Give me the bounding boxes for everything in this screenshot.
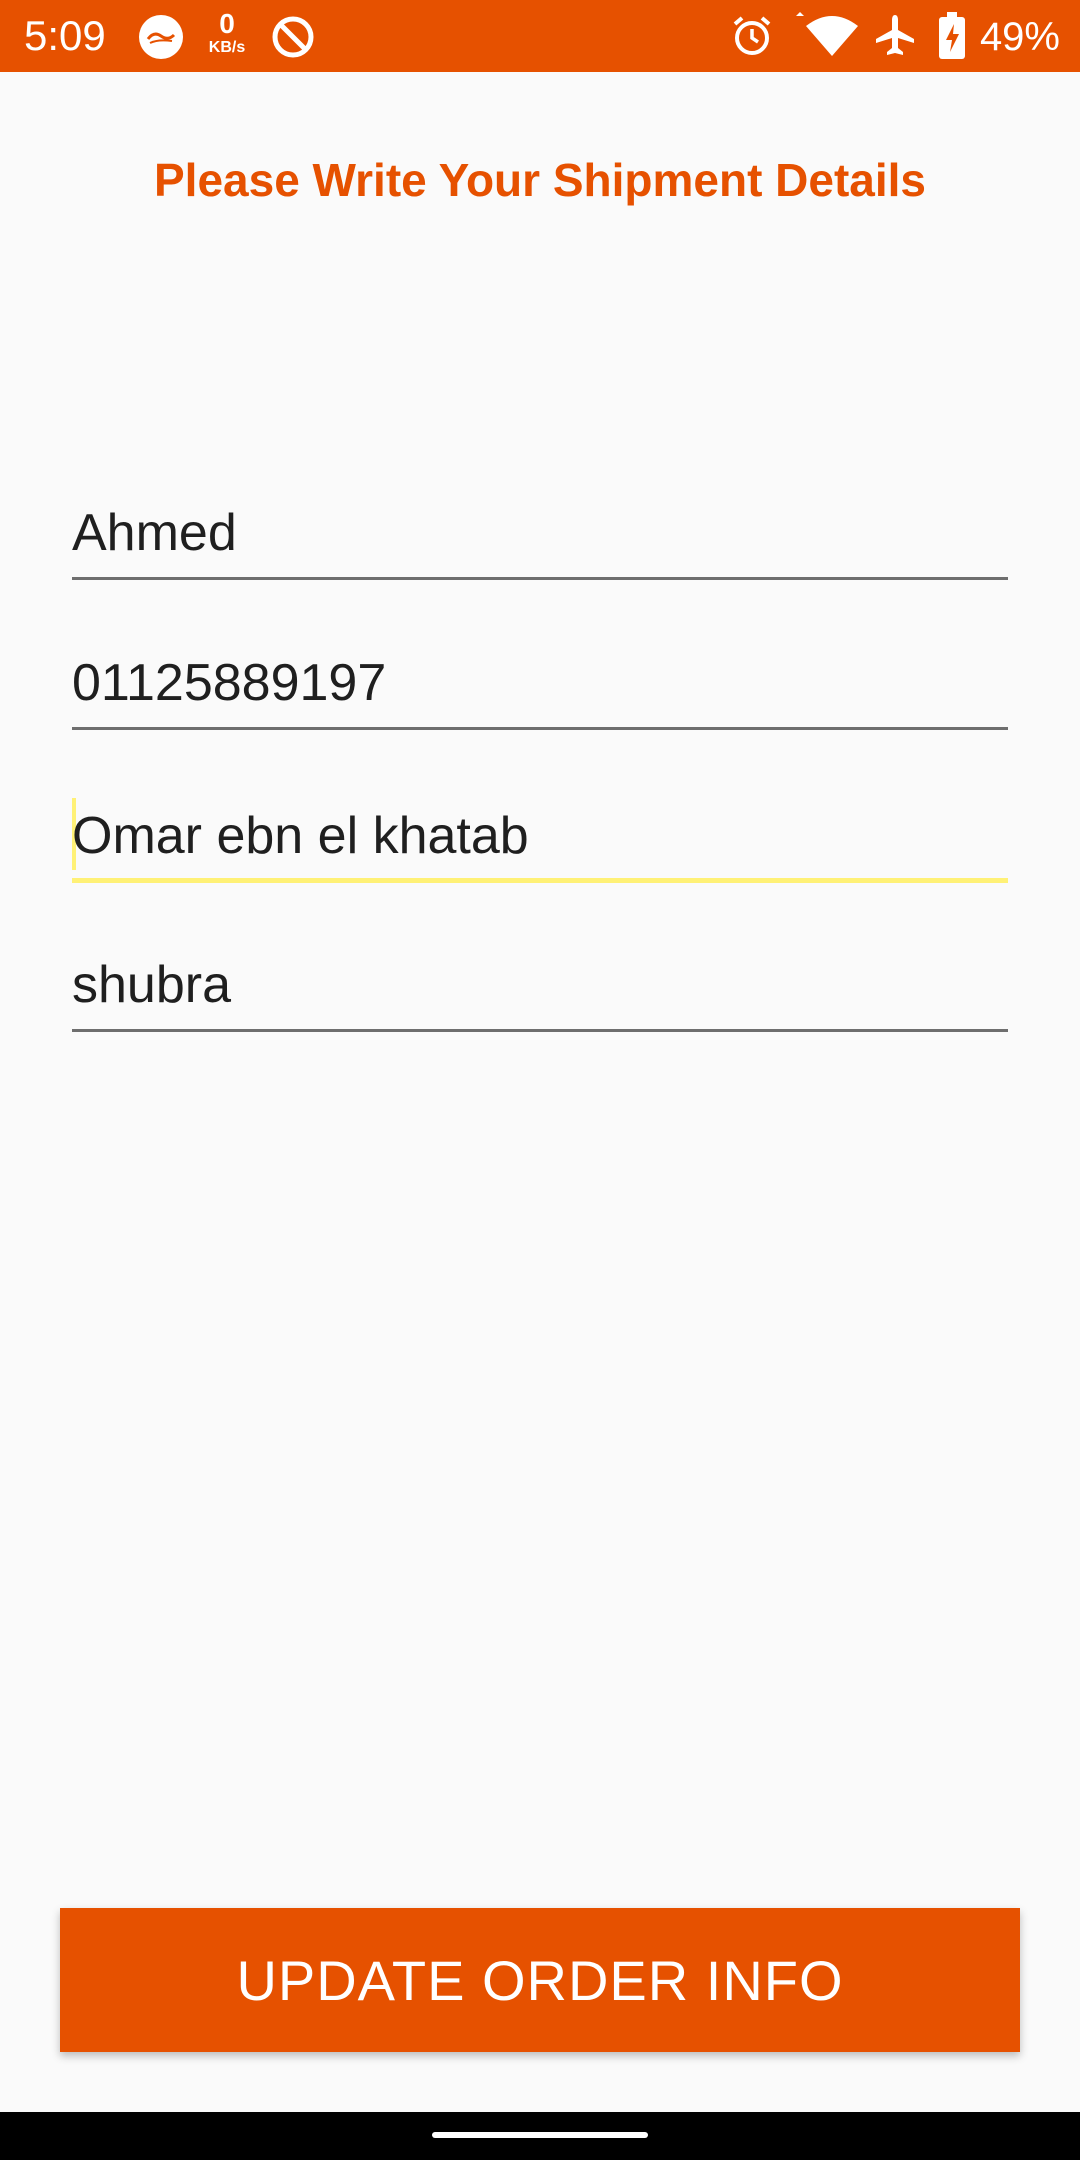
alarm-icon xyxy=(730,14,774,58)
airplane-icon xyxy=(872,12,918,58)
battery-charging-icon xyxy=(938,12,966,60)
street-field[interactable]: Omar ebn el khatab xyxy=(72,792,1008,883)
status-bar: 5:09 0 KB/s 49% xyxy=(0,0,1080,72)
wifi-icon xyxy=(790,12,860,58)
phone-field[interactable]: 01125889197 xyxy=(72,640,1008,730)
area-field-value: shubra xyxy=(72,956,231,1014)
street-field-value: Omar ebn el khatab xyxy=(72,807,529,865)
page-title: Please Write Your Shipment Details xyxy=(153,154,927,206)
phone-field-value: 01125889197 xyxy=(72,654,387,712)
area-field[interactable]: shubra xyxy=(72,942,1008,1032)
name-field[interactable]: Ahmed xyxy=(72,490,1008,580)
navigation-bar xyxy=(0,2112,1080,2160)
do-not-disturb-icon xyxy=(270,14,316,60)
status-time: 5:09 xyxy=(24,12,106,59)
network-speed: 0 KB/s xyxy=(208,8,246,56)
home-gesture-handle[interactable] xyxy=(432,2132,648,2138)
update-order-info-button[interactable]: UPDATE ORDER INFO xyxy=(60,1908,1020,2052)
name-field-value: Ahmed xyxy=(72,504,237,562)
battery-percentage: 49% xyxy=(979,15,1060,59)
app-badge-icon xyxy=(138,14,184,60)
